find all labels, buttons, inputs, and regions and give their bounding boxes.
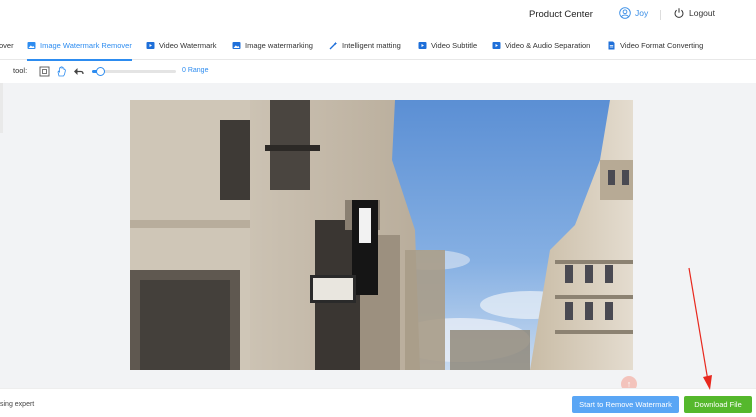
top-header: Product Center Joy Logout (0, 0, 756, 30)
tab-label: Image watermarking (245, 40, 313, 50)
download-file-button[interactable]: Download File (684, 396, 752, 413)
undo-icon[interactable] (73, 66, 84, 77)
image-icon (232, 41, 241, 49)
range-slider[interactable] (92, 67, 176, 76)
tab-image-watermark-remover[interactable]: Image Watermark Remover (27, 30, 132, 61)
logout-label: Logout (689, 8, 715, 18)
tab-video-audio-separation[interactable]: Video & Audio Separation (492, 30, 590, 60)
range-label: 0 Range (182, 67, 209, 74)
tab-image-remover-partial[interactable]: over (0, 30, 14, 60)
wand-icon (329, 41, 338, 49)
image-icon (27, 41, 36, 49)
range-slider-thumb[interactable] (95, 67, 105, 76)
tab-video-format-converting[interactable]: Video Format Converting (607, 30, 703, 60)
tab-label: over (0, 40, 14, 50)
left-panel-edge (0, 83, 3, 133)
file-icon (608, 41, 615, 49)
tab-label: Video Watermark (159, 40, 217, 50)
video-icon (418, 41, 427, 49)
tool-bar: tool: 0 Range (0, 61, 756, 83)
tab-image-watermarking[interactable]: Image watermarking (232, 30, 313, 60)
tab-intelligent-matting[interactable]: Intelligent matting (329, 30, 401, 60)
app-page: Product Center Joy Logout over Image Wat… (0, 0, 756, 417)
video-icon (146, 41, 155, 49)
select-box-icon[interactable] (39, 66, 50, 77)
tab-label: Intelligent matting (342, 40, 401, 50)
logout-button[interactable]: Logout (673, 7, 715, 19)
tool-tabs: over Image Watermark Remover Video Water… (0, 30, 756, 61)
tab-label: Image Watermark Remover (40, 40, 132, 50)
video-icon (492, 41, 501, 49)
tab-label: Video & Audio Separation (505, 40, 591, 50)
user-icon (619, 7, 631, 19)
power-icon (674, 8, 684, 18)
tab-video-watermark[interactable]: Video Watermark (146, 30, 217, 60)
tool-label: tool: (13, 66, 28, 75)
hand-icon[interactable] (56, 66, 67, 77)
tab-label: Video Subtitle (431, 40, 478, 50)
footer-status-text: sing expert (0, 401, 35, 408)
tab-video-subtitle[interactable]: Video Subtitle (418, 30, 477, 60)
user-menu[interactable]: Joy (619, 7, 648, 19)
uploaded-image-preview[interactable] (130, 100, 633, 370)
header-divider (660, 10, 661, 20)
street-photo-illustration (130, 100, 633, 370)
start-remove-watermark-button[interactable]: Start to Remove Watermark (572, 396, 679, 413)
user-name: Joy (635, 8, 649, 18)
tab-label: Video Format Converting (620, 40, 704, 50)
product-center-link[interactable]: Product Center (529, 9, 593, 20)
